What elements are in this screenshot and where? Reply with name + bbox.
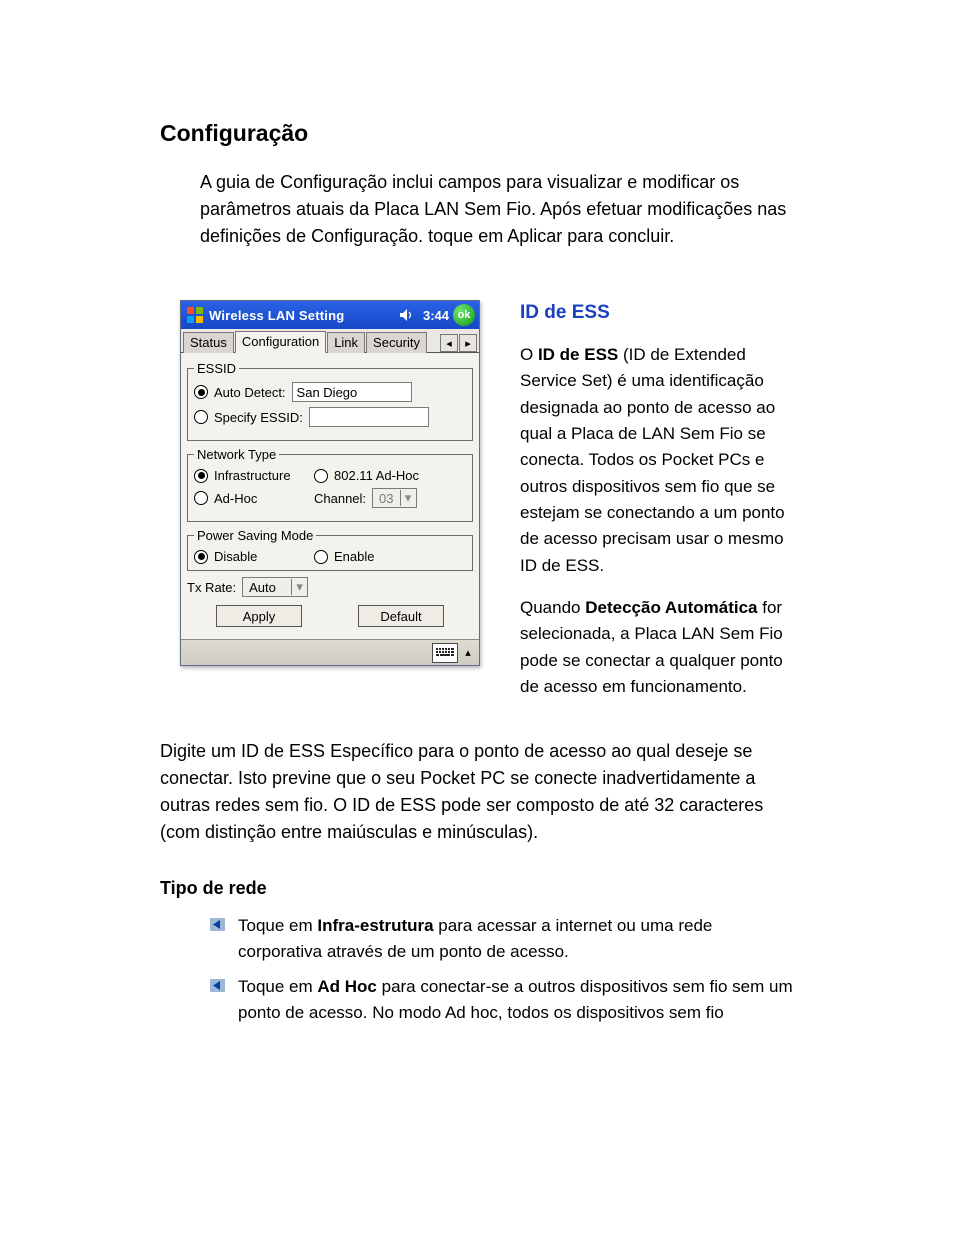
device-tabs: Status Configuration Link Security ◂ ▸: [181, 329, 479, 353]
ok-button[interactable]: ok: [453, 304, 475, 326]
essid-legend: ESSID: [194, 361, 239, 376]
radio-psm-disable[interactable]: [194, 550, 208, 564]
list-item: Toque em Infra-estrutura para acessar a …: [210, 913, 794, 964]
radio-psm-enable[interactable]: [314, 550, 328, 564]
tipo-de-rede-list: Toque em Infra-estrutura para acessar a …: [160, 913, 794, 1025]
device-bottombar: ▴: [181, 639, 479, 665]
txrate-select[interactable]: Auto ▾: [242, 577, 308, 597]
volume-icon[interactable]: [395, 308, 419, 322]
intro-paragraph: A guia de Configuração inclui campos par…: [200, 169, 794, 250]
channel-value: 03: [373, 491, 399, 506]
radio-infrastructure[interactable]: [194, 469, 208, 483]
label-channel: Channel:: [314, 491, 366, 506]
device-titlebar: Wireless LAN Setting 3:44 ok: [181, 301, 479, 329]
section-tipo-de-rede-heading: Tipo de rede: [160, 878, 794, 899]
tab-scroll-right-icon[interactable]: ▸: [459, 334, 477, 352]
page-title: Configuração: [160, 120, 794, 147]
chevron-down-icon: ▾: [291, 579, 307, 595]
keyboard-sip-icon[interactable]: [432, 643, 458, 663]
after-figure-paragraph: Digite um ID de ESS Específico para o po…: [160, 738, 794, 846]
device-clock: 3:44: [423, 308, 449, 323]
list-item: Toque em Ad Hoc para conectar-se a outro…: [210, 974, 794, 1025]
bullet-icon: [210, 979, 225, 992]
label-txrate: Tx Rate:: [187, 580, 236, 595]
radio-adhoc[interactable]: [194, 491, 208, 505]
power-saving-legend: Power Saving Mode: [194, 528, 316, 543]
aside-heading: ID de ESS: [520, 302, 794, 324]
radio-80211-adhoc[interactable]: [314, 469, 328, 483]
channel-select[interactable]: 03 ▾: [372, 488, 416, 508]
label-80211-adhoc: 802.11 Ad-Hoc: [334, 468, 419, 483]
radio-auto-detect[interactable]: [194, 385, 208, 399]
txrate-value: Auto: [243, 580, 291, 595]
tab-security[interactable]: Security: [366, 332, 427, 353]
aside-paragraph-2: Quando Detecção Automática for seleciona…: [520, 595, 794, 700]
specify-essid-input[interactable]: [309, 407, 429, 427]
essid-group: ESSID Auto Detect: San Diego Specify ESS…: [187, 361, 473, 441]
label-psm-enable: Enable: [334, 549, 374, 564]
power-saving-group: Power Saving Mode Disable Enable: [187, 528, 473, 571]
label-adhoc: Ad-Hoc: [214, 491, 308, 506]
windows-start-icon[interactable]: [185, 305, 205, 325]
embedded-screenshot: Wireless LAN Setting 3:44 ok Status Conf…: [180, 300, 480, 666]
label-specify-essid: Specify ESSID:: [214, 410, 303, 425]
network-type-legend: Network Type: [194, 447, 279, 462]
tab-scroll-left-icon[interactable]: ◂: [440, 334, 458, 352]
label-infrastructure: Infrastructure: [214, 468, 308, 483]
chevron-down-icon: ▾: [400, 490, 416, 506]
network-type-group: Network Type Infrastructure 802.11 Ad-Ho…: [187, 447, 473, 522]
label-auto-detect: Auto Detect:: [214, 385, 286, 400]
tab-configuration[interactable]: Configuration: [235, 331, 326, 353]
tab-link[interactable]: Link: [327, 332, 365, 353]
aside-paragraph-1: O ID de ESS (ID de Extended Service Set)…: [520, 342, 794, 579]
tab-status[interactable]: Status: [183, 332, 234, 353]
auto-detect-value[interactable]: San Diego: [292, 382, 412, 402]
default-button[interactable]: Default: [358, 605, 444, 627]
sip-up-icon[interactable]: ▴: [461, 643, 475, 663]
radio-specify-essid[interactable]: [194, 410, 208, 424]
apply-button[interactable]: Apply: [216, 605, 302, 627]
label-psm-disable: Disable: [214, 549, 308, 564]
device-title: Wireless LAN Setting: [209, 308, 391, 323]
bullet-icon: [210, 918, 225, 931]
